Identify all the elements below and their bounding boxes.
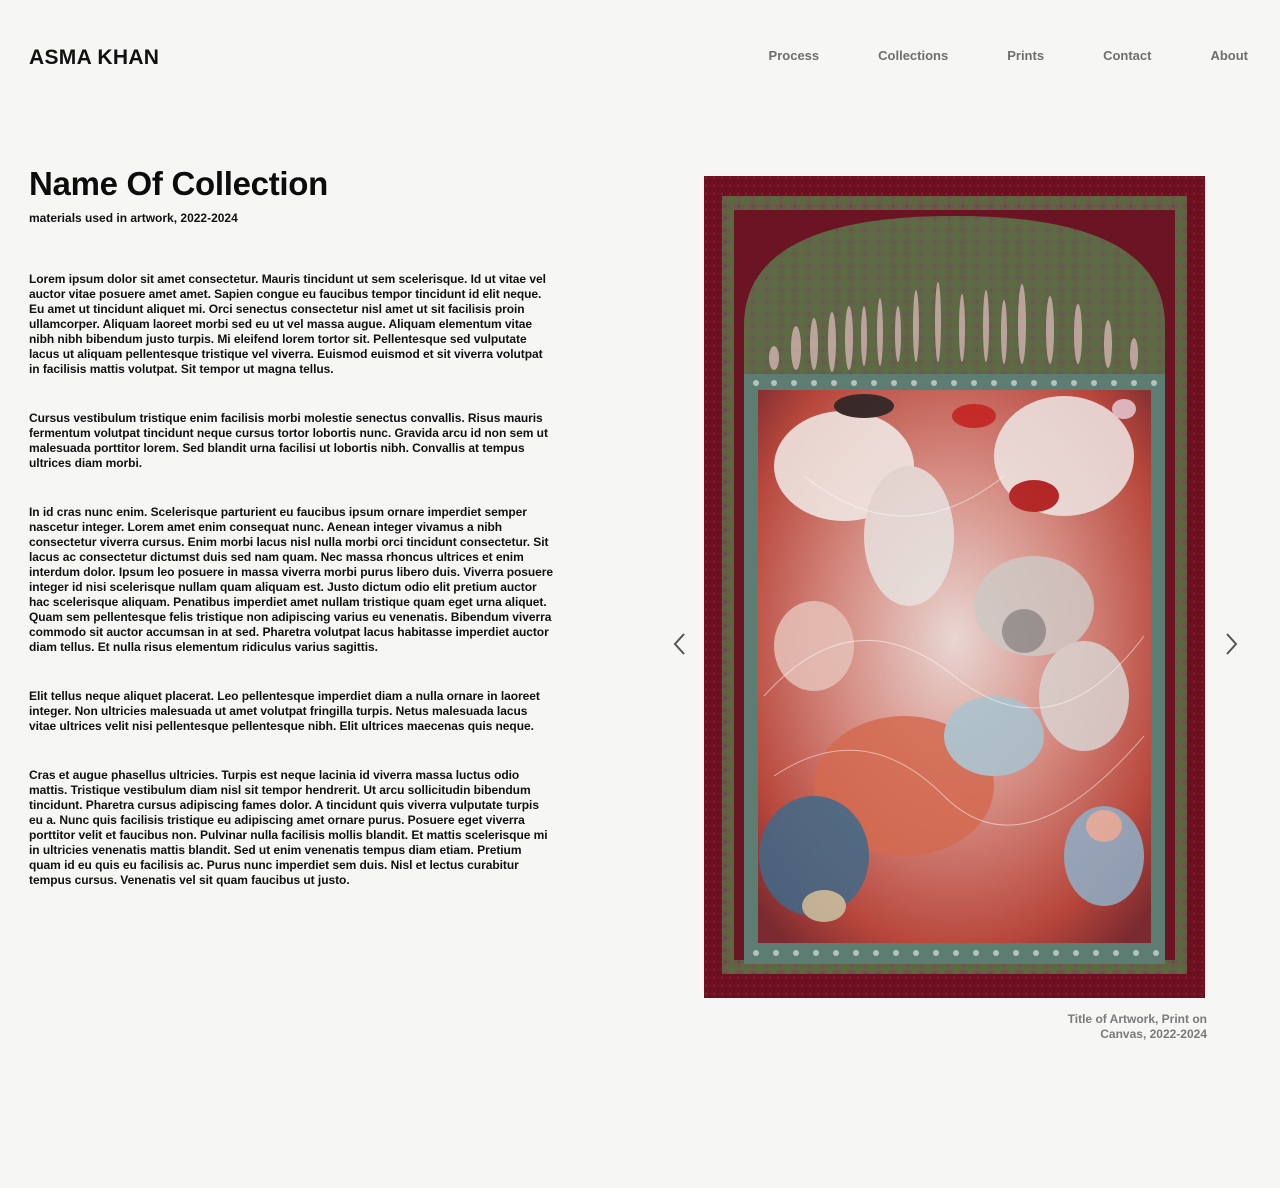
artwork-image[interactable] xyxy=(704,176,1205,998)
brand-logo[interactable]: ASMA KHAN xyxy=(29,46,159,70)
description-paragraph: Elit tellus neque aliquet placerat. Leo … xyxy=(29,689,540,733)
collection-title: Name Of Collection xyxy=(29,165,328,202)
nav-item-prints[interactable]: Prints xyxy=(1007,48,1044,64)
page: ASMA KHAN Process Collections Prints Con… xyxy=(0,0,1280,1188)
nav-item-process[interactable]: Process xyxy=(769,48,820,64)
description-paragraph: Cursus vestibulum tristique enim facilis… xyxy=(29,411,548,470)
previous-artwork-button[interactable] xyxy=(667,628,693,660)
nav-item-contact[interactable]: Contact xyxy=(1103,48,1151,64)
caption-line: Canvas, 2022-2024 xyxy=(1100,1027,1207,1041)
artwork-caption: Title of Artwork, Print on Canvas, 2022-… xyxy=(960,1012,1207,1042)
caption-line: Title of Artwork, Print on xyxy=(1067,1012,1207,1026)
description-paragraph: Cras et augue phasellus ultricies. Turpi… xyxy=(29,768,548,887)
collection-description: Lorem ipsum dolor sit amet consectetur. … xyxy=(29,272,555,888)
main-nav: Process Collections Prints Contact About xyxy=(769,48,1248,64)
collection-meta: materials used in artwork, 2022-2024 xyxy=(29,211,238,225)
nav-item-collections[interactable]: Collections xyxy=(878,48,948,64)
collection-details: Name Of Collection materials used in art… xyxy=(29,164,555,922)
chevron-right-icon xyxy=(1226,633,1238,655)
nav-item-about[interactable]: About xyxy=(1210,48,1248,64)
description-paragraph: In id cras nunc enim. Scelerisque partur… xyxy=(29,505,554,654)
next-artwork-button[interactable] xyxy=(1218,628,1244,660)
description-paragraph: Lorem ipsum dolor sit amet consectetur. … xyxy=(29,272,546,376)
chevron-left-icon xyxy=(673,633,685,655)
